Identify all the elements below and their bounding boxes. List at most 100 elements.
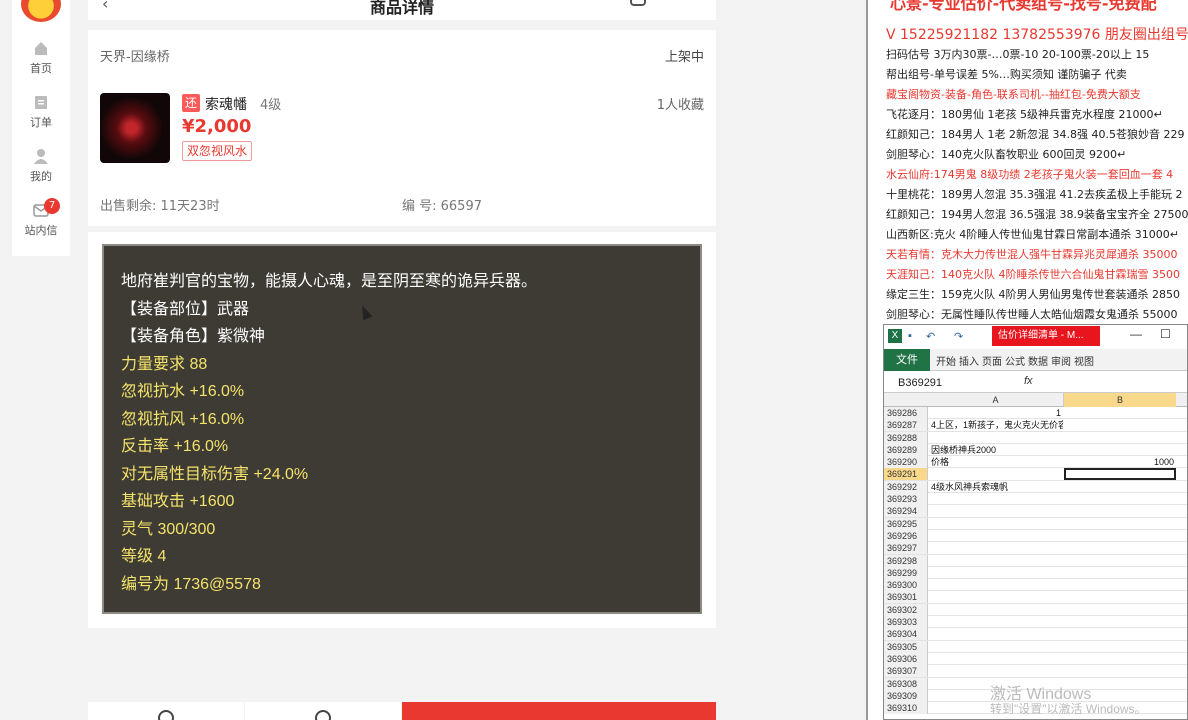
cell-b[interactable]: 1000 (1064, 456, 1176, 468)
sidebar-item-home[interactable]: 首页 (12, 40, 70, 90)
save-icon[interactable]: ▪ (908, 330, 912, 342)
redo-icon[interactable]: ↷ (954, 330, 963, 343)
row-number[interactable]: 369299 (884, 566, 928, 579)
ribbon-tab[interactable]: 页面 (982, 353, 1002, 368)
column-header-b[interactable]: B (1064, 393, 1176, 407)
row-number[interactable]: 369291 (884, 468, 928, 481)
maximize-icon[interactable]: ☐ (1160, 327, 1171, 341)
row-number[interactable]: 369296 (884, 529, 928, 542)
sidebar-item-messages[interactable]: 7 站内信 (12, 198, 70, 252)
sheet-row: 369294 (884, 505, 1187, 518)
cell-a[interactable]: 因缘桥神兵2000 (931, 444, 1063, 456)
description-line: 地府崔判官的宝物，能摄人心魂，是至阴至寒的诡异兵器。 (121, 273, 538, 290)
row-number[interactable]: 369290 (884, 456, 928, 469)
row-number[interactable]: 369304 (884, 628, 928, 641)
notes-line: 山西新区:克火 4阶睡人传世仙鬼甘霖日常副本通杀 31000↵ (886, 228, 1179, 241)
item-thumbnail[interactable] (100, 93, 170, 163)
sheet-grid: 36928613692874上区，1新孩子，鬼火克火无价容止，去疾百万亲密，36… (884, 407, 1187, 715)
bottom-action-bar (88, 702, 716, 720)
sheet-row: 369298 (884, 554, 1187, 567)
star-icon (158, 710, 174, 720)
sheet-row: 369295 (884, 517, 1187, 530)
cell-a[interactable]: 4级水风神兵索魂帆 (931, 481, 1063, 493)
excel-ribbon: 文件 开始 插入 页面 公式 数据 审阅 视图 (884, 349, 1187, 371)
service-icon (315, 710, 331, 720)
row-number[interactable]: 369298 (884, 554, 928, 567)
activation-watermark-sub: 转到"设置"以激活 Windows。 (990, 702, 1147, 716)
ribbon-tab[interactable]: 插入 (959, 353, 979, 368)
ribbon-tab[interactable]: 开始 (936, 353, 956, 368)
sheet-row: 369307 (884, 665, 1187, 678)
cell-a[interactable]: 价格 (931, 456, 1063, 468)
row-number[interactable]: 369292 (884, 480, 928, 493)
fx-icon[interactable]: fx (1024, 375, 1033, 387)
share-icon[interactable] (630, 0, 646, 6)
sidebar-item-orders[interactable]: 订单 (12, 94, 70, 144)
cell-a[interactable]: 4上区，1新孩子，鬼火克火无价容止，去疾百万亲密， (931, 419, 1063, 431)
row-number[interactable]: 369286 (884, 407, 928, 419)
row-number[interactable]: 369302 (884, 603, 928, 616)
sheet-row: 369293 (884, 493, 1187, 506)
row-number[interactable]: 369294 (884, 505, 928, 518)
cell-a-number: 1 (1055, 408, 1061, 418)
sheet-row: 369304 (884, 628, 1187, 641)
app-logo (21, 0, 61, 22)
description-line: 忽视抗风 +16.0% (121, 410, 245, 428)
minimize-icon[interactable]: — (1130, 327, 1142, 341)
page-header: ‹ 商品详情 (88, 0, 716, 20)
sidebar-item-label: 我的 (30, 170, 52, 183)
excel-titlebar: X ▪ ↶ ↷ 估价详细清单 - M... — ☐ (884, 325, 1187, 347)
column-header-a[interactable]: A (928, 393, 1064, 407)
sheet-row: 369306 (884, 652, 1187, 666)
row-number[interactable]: 369289 (884, 443, 928, 456)
description-line: 灵气 300/300 (121, 520, 216, 538)
ribbon-tab[interactable]: 视图 (1074, 353, 1094, 368)
row-number[interactable]: 369301 (884, 591, 928, 604)
notes-line: 飞花逐月：180男仙 1老孩 5级神兵雷克水程度 21000↵ (886, 108, 1163, 121)
row-number[interactable]: 369288 (884, 431, 928, 444)
row-number[interactable]: 369305 (884, 640, 928, 653)
notes-phone: V 15225921182 13782553976 朋友圈出组号 (886, 27, 1188, 43)
row-number[interactable]: 369287 (884, 419, 928, 432)
row-number[interactable]: 369309 (884, 689, 928, 702)
formula-bar: B369291 fx (884, 373, 1187, 393)
sheet-row: 369299 (884, 566, 1187, 580)
row-number[interactable]: 369295 (884, 517, 928, 530)
row-number[interactable]: 369308 (884, 677, 928, 690)
buy-button[interactable] (402, 702, 716, 720)
row-number[interactable]: 369310 (884, 702, 928, 715)
item-description-card: 地府崔判官的宝物，能摄人心魂，是至阴至寒的诡异兵器。 【装备部位】武器 【装备角色】… (88, 232, 716, 628)
ribbon-tab[interactable]: 审阅 (1051, 353, 1071, 368)
sheet-row: 369303 (884, 616, 1187, 629)
customer-service-button[interactable] (245, 702, 401, 720)
description-line: 【装备部位】武器 (121, 300, 250, 318)
notes-line: 红颜知己：184男人 1老 2新忽混 34.8强 40.5苍狼妙音 229 (886, 128, 1185, 141)
row-number[interactable]: 369306 (884, 652, 928, 665)
attribute-tag: 双忽视风水 (182, 141, 253, 161)
sidebar-item-label: 订单 (30, 116, 52, 129)
description-line: 等级 4 (121, 548, 167, 565)
ribbon-tab[interactable]: 数据 (1028, 353, 1048, 368)
row-number[interactable]: 369303 (884, 616, 928, 629)
ribbon-tab[interactable]: 公式 (1005, 353, 1025, 368)
description-line: 编号为 1736@5578 (121, 575, 261, 593)
row-number[interactable]: 369307 (884, 665, 928, 678)
row-number[interactable]: 369293 (884, 493, 928, 506)
sidebar-item-label: 站内信 (24, 224, 58, 237)
description-line: 力量要求 88 (121, 355, 208, 373)
notes-line: 帮出组号-单号误差 5%…购买须知 谨防骗子 代卖 (886, 68, 1127, 81)
notes-line: 扫码估号 3万内30票-…0票-10 20-100票-20以上 15 (886, 48, 1150, 61)
ribbon-file-tab[interactable]: 文件 (884, 349, 930, 371)
order-icon (35, 96, 47, 109)
selected-cell[interactable] (1064, 468, 1176, 481)
sheet-row: 369305 (884, 640, 1187, 653)
row-number[interactable]: 369300 (884, 579, 928, 592)
sidebar-item-profile[interactable]: 我的 (12, 148, 70, 198)
favorite-button[interactable] (88, 702, 244, 720)
row-number[interactable]: 369297 (884, 542, 928, 555)
undo-icon[interactable]: ↶ (926, 330, 935, 343)
notes-line: 剑胆琴心：140克火队畜牧职业 600回灵 9200↵ (886, 148, 1127, 161)
name-box[interactable]: B369291 (890, 375, 970, 391)
time-remaining: 出售剩余: 11天23时 (100, 199, 220, 214)
sidebar-item-label: 首页 (30, 62, 52, 75)
